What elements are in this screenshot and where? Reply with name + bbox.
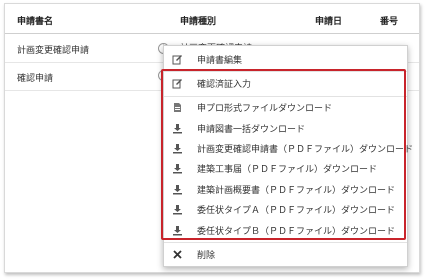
document-icon bbox=[172, 102, 183, 113]
context-menu: 申請書編集 確認済証入力 申プロ形式ファイルダウンロード 申請図書一括ダウンロー… bbox=[163, 45, 413, 267]
menu-divider bbox=[164, 71, 407, 72]
column-header-application-date[interactable]: 申請日 bbox=[315, 14, 342, 27]
column-header-application-type[interactable]: 申請種別 bbox=[180, 14, 216, 27]
download-icon bbox=[172, 204, 183, 215]
column-header-application-name[interactable]: 申請書名 bbox=[17, 14, 53, 27]
edit-icon bbox=[172, 54, 183, 65]
menu-item-delete[interactable]: 削除 bbox=[164, 244, 407, 264]
column-header-number[interactable]: 番号 bbox=[380, 14, 398, 27]
menu-item-construction-notice-pdf-download[interactable]: 建築工事届（ＰＤＦファイル）ダウンロード bbox=[164, 158, 407, 178]
edit-icon bbox=[172, 78, 183, 89]
close-icon bbox=[172, 249, 183, 260]
menu-item-plan-change-pdf-download[interactable]: 計画変更確認申請書（ＰＤＦファイル）ダウンロード bbox=[164, 138, 413, 158]
menu-item-edit-application[interactable]: 申請書編集 bbox=[164, 49, 407, 69]
download-icon bbox=[172, 225, 183, 236]
menu-item-shinpro-download[interactable]: 申プロ形式ファイルダウンロード bbox=[164, 97, 407, 117]
menu-item-plan-summary-pdf-download[interactable]: 建築計画概要書（ＰＤＦファイル）ダウンロード bbox=[164, 179, 407, 199]
download-icon bbox=[172, 184, 183, 195]
application-name-cell: 計画変更確認申請 bbox=[17, 46, 90, 56]
menu-item-certificate-input[interactable]: 確認済証入力 bbox=[164, 73, 407, 93]
menu-divider bbox=[164, 242, 407, 243]
download-icon bbox=[172, 143, 183, 154]
menu-item-proxy-type-b-pdf-download[interactable]: 委任状タイプＢ（ＰＤＦファイル）ダウンロード bbox=[164, 220, 407, 240]
table-header: 申請書名 申請種別 申請日 番号 bbox=[5, 4, 419, 34]
application-name-cell: 確認申請 bbox=[17, 74, 54, 84]
download-icon bbox=[172, 163, 183, 174]
menu-item-bulk-drawings-download[interactable]: 申請図書一括ダウンロード bbox=[164, 118, 407, 138]
menu-item-proxy-type-a-pdf-download[interactable]: 委任状タイプＡ（ＰＤＦファイル）ダウンロード bbox=[164, 199, 407, 219]
download-icon bbox=[172, 123, 183, 134]
